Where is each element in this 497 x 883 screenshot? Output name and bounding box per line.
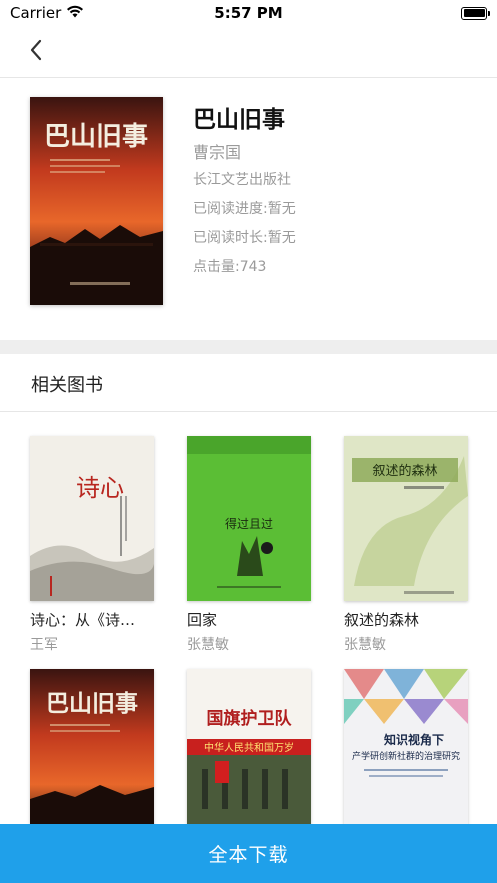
reading-duration: 已阅读时长:暂无 xyxy=(193,230,296,246)
related-cover-text: 巴山旧事 xyxy=(46,690,138,717)
book-cover: 巴山旧事 xyxy=(30,97,163,305)
related-cover-text: 知识视角下 xyxy=(383,732,444,747)
related-book-card[interactable]: 叙述的森林 叙述的森林 张慧敏 xyxy=(344,436,468,654)
related-book-cover: 知识视角下 产学研创新社群的治理研究 xyxy=(344,669,468,834)
related-book-card[interactable]: 巴山旧事 xyxy=(30,669,154,834)
related-book-author: 王军 xyxy=(30,637,58,653)
related-books-heading: 相关图书 xyxy=(0,354,497,412)
related-cover-subtext: 产学研创新社群的治理研究 xyxy=(352,750,460,762)
battery-icon xyxy=(461,6,490,20)
click-count: 点击量:743 xyxy=(193,259,267,275)
book-publisher: 长江文艺出版社 xyxy=(193,172,291,188)
related-book-card[interactable]: 得过且过 回家 张慧敏 xyxy=(187,436,311,654)
related-book-cover: 巴山旧事 xyxy=(30,669,154,834)
chevron-left-icon xyxy=(29,39,43,65)
related-book-title: 回家 xyxy=(187,611,218,629)
related-book-card[interactable]: 诗心 诗心：从《诗… 王军 xyxy=(30,436,154,654)
related-cover-subtext: 中华人民共和国万岁 xyxy=(204,741,294,754)
related-cover-text: 国旗护卫队 xyxy=(207,708,293,729)
cover-title-text: 巴山旧事 xyxy=(44,122,148,152)
related-cover-text: 诗心 xyxy=(76,474,124,502)
related-book-cover: 叙述的森林 xyxy=(344,436,468,601)
section-divider xyxy=(0,340,497,354)
related-book-author: 张慧敏 xyxy=(344,637,386,653)
related-book-card[interactable]: 国旗护卫队 中华人民共和国万岁 xyxy=(187,669,311,834)
book-author: 曹宗国 xyxy=(193,143,242,162)
carrier-label: Carrier xyxy=(10,4,62,22)
related-book-cover: 国旗护卫队 中华人民共和国万岁 xyxy=(187,669,311,834)
download-full-book-button[interactable]: 全本下载 xyxy=(0,824,497,883)
status-bar: Carrier 5:57 PM xyxy=(0,0,497,26)
related-book-title: 诗心：从《诗… xyxy=(30,611,136,629)
related-book-cover: 得过且过 xyxy=(187,436,311,601)
nav-bar xyxy=(0,26,497,78)
book-detail-page: Carrier 5:57 PM 巴山旧事 巴山旧事 曹宗国 长江文艺出版社 已阅… xyxy=(0,0,497,883)
wifi-icon xyxy=(66,4,84,22)
related-book-cover: 诗心 xyxy=(30,436,154,601)
related-book-card[interactable]: 知识视角下 产学研创新社群的治理研究 xyxy=(344,669,468,834)
book-info: 巴山旧事 巴山旧事 曹宗国 长江文艺出版社 已阅读进度:暂无 已阅读时长:暂无 … xyxy=(0,78,497,340)
book-title: 巴山旧事 xyxy=(193,107,285,133)
reading-progress: 已阅读进度:暂无 xyxy=(193,201,296,217)
back-button[interactable] xyxy=(22,38,50,66)
related-cover-text: 得过且过 xyxy=(225,516,273,531)
status-time: 5:57 PM xyxy=(214,4,283,22)
related-book-author: 张慧敏 xyxy=(187,637,229,653)
related-cover-text: 叙述的森林 xyxy=(372,463,437,479)
related-book-title: 叙述的森林 xyxy=(344,611,420,629)
status-left: Carrier xyxy=(10,4,84,22)
